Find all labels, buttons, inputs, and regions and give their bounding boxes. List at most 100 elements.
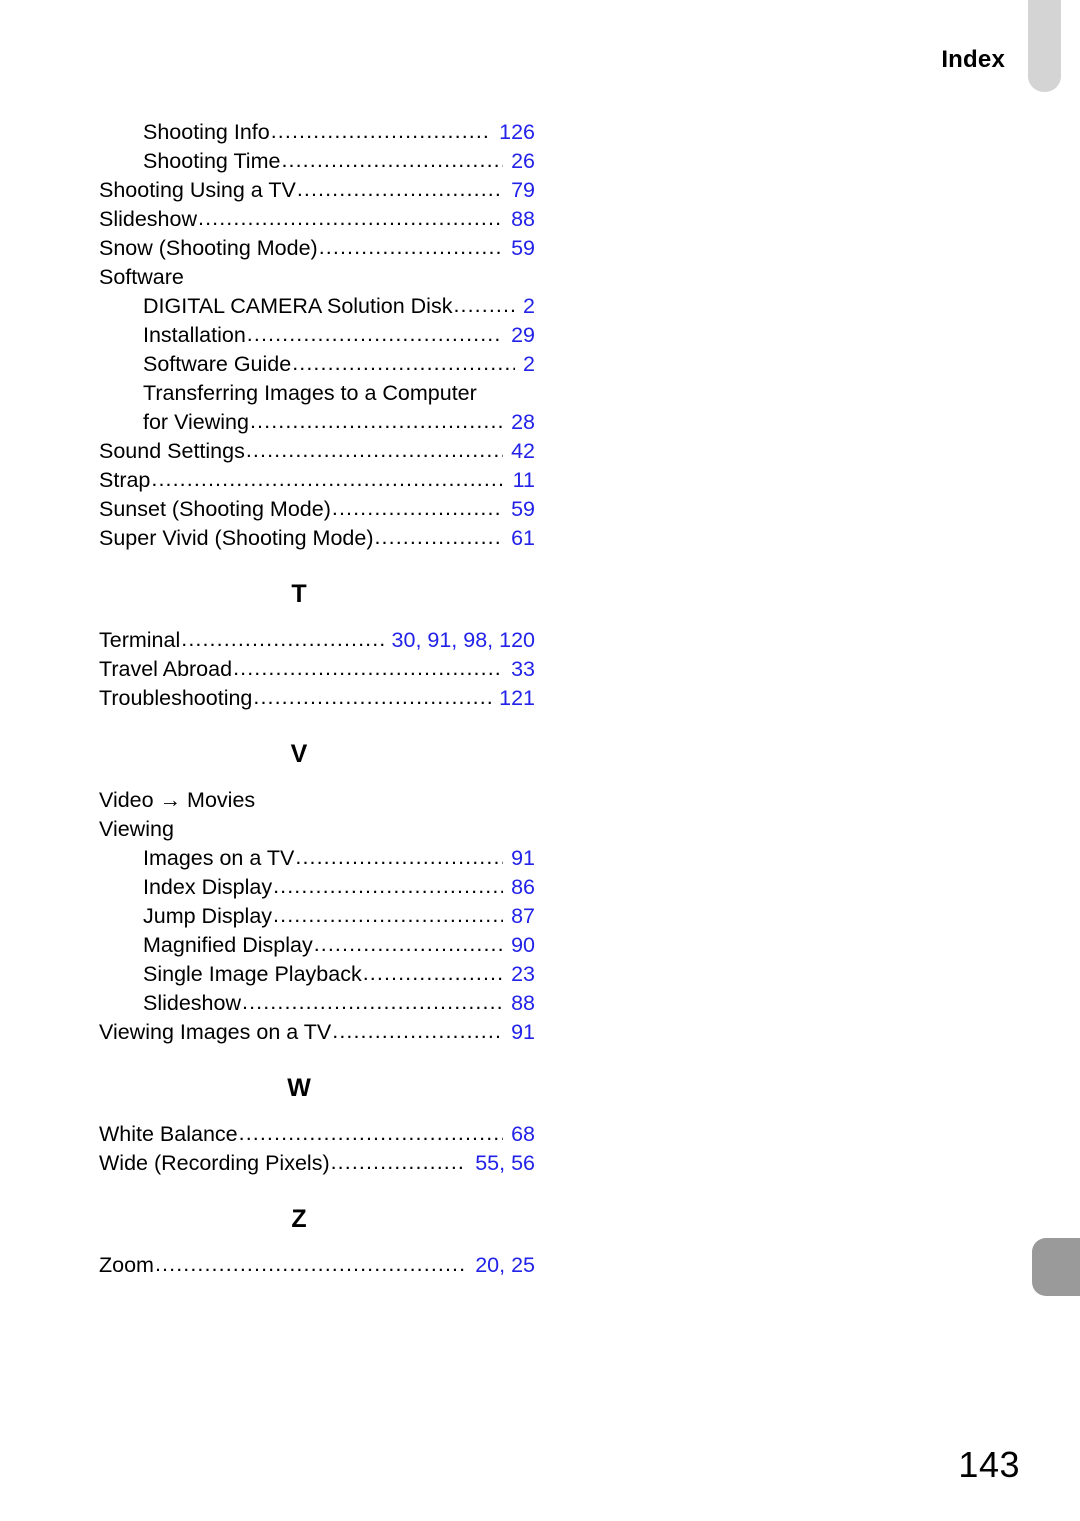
index-entry-leader-dots [314, 930, 503, 959]
index-section: W White Balance 68 Wide (Recording Pixels) 5… [99, 1047, 535, 1178]
index-entry-label: Troubleshooting [99, 686, 253, 710]
index-entry-page-number[interactable]: 79 [504, 176, 535, 205]
index-entry[interactable]: Wide (Recording Pixels) 55, 56 [99, 1149, 535, 1178]
index-entry-leader-dots [332, 494, 503, 523]
index-entry[interactable]: Shooting Info 126 [99, 118, 535, 147]
index-entry[interactable]: Shooting Using a TV 79 [99, 176, 535, 205]
index-entry[interactable]: Software [99, 263, 535, 292]
index-entry[interactable]: DIGITAL CAMERA Solution Disk 2 [99, 292, 535, 321]
index-entry[interactable]: Snow (Shooting Mode) 59 [99, 234, 535, 263]
index-entry-page-number[interactable]: 88 [504, 989, 535, 1018]
index-entry-leader-dots [247, 320, 503, 349]
index-entry-label: Software Guide [143, 352, 292, 376]
index-entry[interactable]: Slideshow 88 [99, 205, 535, 234]
index-entry-leader-dots [331, 1148, 468, 1177]
index-entry-page-number[interactable]: 26 [504, 147, 535, 176]
index-entry-label: Installation [143, 323, 246, 347]
index-entry[interactable]: Strap 11 [99, 466, 535, 495]
index-entry-leader-dots [246, 436, 503, 465]
index-entry-label: Viewing Images on a TV [99, 1020, 332, 1044]
index-entry-label: Slideshow [143, 991, 241, 1015]
index-entry-leader-dots [198, 204, 503, 233]
index-entry-page-number[interactable]: 20, 25 [468, 1251, 535, 1280]
index-entry-leader-dots [292, 349, 515, 378]
index-entry-page-number[interactable]: 55, 56 [468, 1149, 535, 1178]
index-section-letter: V [290, 740, 308, 768]
index-section: Shooting Info126Shooting Time 26Shooting … [99, 118, 535, 553]
index-entry-leader-dots [363, 959, 503, 988]
index-section: V Video → MoviesViewing Images on a TV91In… [99, 713, 535, 1047]
index-entry-page-number[interactable]: 68 [504, 1120, 535, 1149]
index-entry-page-number[interactable]: 86 [504, 873, 535, 902]
index-entry[interactable]: White Balance 68 [99, 1120, 535, 1149]
index-entry-label: Magnified Display [143, 933, 313, 957]
index-entry-leader-dots [253, 683, 491, 712]
index-entry-page-number[interactable]: 91 [504, 844, 535, 873]
index-entry-leader-dots [239, 1119, 503, 1148]
index-entry-leader-dots [374, 523, 503, 552]
index-entry-label: Strap [99, 468, 151, 492]
index-entry[interactable]: Single Image Playback 23 [99, 960, 535, 989]
index-entry-label: DIGITAL CAMERA Solution Disk [143, 294, 453, 318]
index-entry[interactable]: Magnified Display 90 [99, 931, 535, 960]
index-entry-page-number[interactable]: 11 [506, 466, 535, 495]
index-entry-leader-dots [319, 233, 503, 262]
index-entry-page-number[interactable]: 2 [516, 350, 535, 379]
index-entry-page-number[interactable]: 30, 91, 98, 120 [385, 626, 535, 655]
index-entry[interactable]: Index Display 86 [99, 873, 535, 902]
index-entry-page-number[interactable]: 88 [504, 205, 535, 234]
index-entry[interactable]: Troubleshooting 121 [99, 684, 535, 713]
index-entry-page-number[interactable]: 28 [504, 408, 535, 437]
index-entry[interactable]: for Viewing 28 [99, 408, 535, 437]
index-entry-page-number[interactable]: 121 [492, 684, 535, 713]
index-entry-page-number[interactable]: 29 [504, 321, 535, 350]
index-entry-label: Snow (Shooting Mode) [99, 236, 318, 260]
index-entry-label: Zoom [99, 1253, 154, 1277]
index-entry-label: Terminal [99, 628, 181, 652]
index-entry-page-number[interactable]: 2 [516, 292, 535, 321]
page-edge-tab-top [1028, 0, 1061, 92]
index-section-letter: W [287, 1074, 311, 1102]
index-entry-label: Viewing [99, 817, 174, 841]
index-entry-label: Shooting Time [143, 149, 281, 173]
page-number: 143 [958, 1444, 1020, 1485]
index-entry[interactable]: Jump Display 87 [99, 902, 535, 931]
index-entry[interactable]: Software Guide 2 [99, 350, 535, 379]
index-entry[interactable]: Images on a TV 91 [99, 844, 535, 873]
index-entry-page-number[interactable]: 59 [504, 495, 535, 524]
index-entry[interactable]: Sound Settings 42 [99, 437, 535, 466]
index-entry[interactable]: Slideshow 88 [99, 989, 535, 1018]
index-entry[interactable]: Shooting Time 26 [99, 147, 535, 176]
index-entry-page-number[interactable]: 59 [504, 234, 535, 263]
index-entry-leader-dots [250, 407, 503, 436]
index-entry[interactable]: Super Vivid (Shooting Mode) 61 [99, 524, 535, 553]
index-entry-leader-dots [271, 117, 491, 146]
index-entry-page-number[interactable]: 126 [492, 118, 535, 147]
index-entry-label: White Balance [99, 1122, 238, 1146]
index-entry[interactable]: Viewing [99, 815, 535, 844]
index-entry-leader-dots [151, 465, 504, 494]
index-entry-page-number[interactable]: 23 [504, 960, 535, 989]
index-entry[interactable]: Transferring Images to a Computer [99, 379, 535, 408]
index-entry-label: Software [99, 265, 184, 289]
index-entry-page-number[interactable]: 91 [504, 1018, 535, 1047]
index-entry-leader-dots [332, 1017, 503, 1046]
index-entry-page-number[interactable]: 42 [504, 437, 535, 466]
index-entry-page-number[interactable]: 87 [504, 902, 535, 931]
index-entry[interactable]: Installation 29 [99, 321, 535, 350]
index-entry[interactable]: Sunset (Shooting Mode) 59 [99, 495, 535, 524]
index-entry-label: for Viewing [143, 410, 249, 434]
index-entry-page-number[interactable]: 90 [504, 931, 535, 960]
index-entry[interactable]: Travel Abroad 33 [99, 655, 535, 684]
page-title: Index [941, 46, 1005, 73]
index-entry[interactable]: Viewing Images on a TV 91 [99, 1018, 535, 1047]
index-entry-label: Super Vivid (Shooting Mode) [99, 526, 374, 550]
index-section-letter: Z [291, 1205, 307, 1233]
index-entry[interactable]: Zoom 20, 25 [99, 1251, 535, 1280]
index-entry-page-number[interactable]: 61 [504, 524, 535, 553]
index-entry[interactable]: Video → Movies [99, 786, 535, 815]
index-entry-page-number[interactable]: 33 [504, 655, 535, 684]
index-section: TTerminal30, 91, 98, 120Travel Abroad33T… [99, 553, 535, 713]
index-entry[interactable]: Terminal 30, 91, 98, 120 [99, 626, 535, 655]
index-entry-label: Index Display [143, 875, 273, 899]
